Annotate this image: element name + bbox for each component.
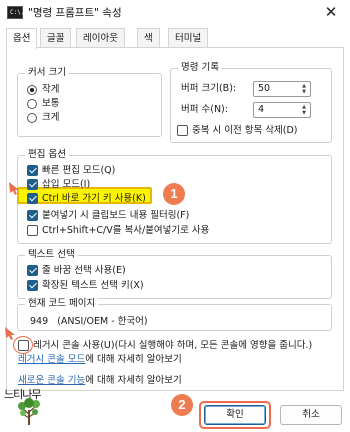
checkbox-icon[interactable] xyxy=(27,165,38,176)
paste-filter-label: 붙여넣기 시 클립보드 내용 필터링(F) xyxy=(42,210,190,221)
command-prompt-icon: C:\. xyxy=(7,6,24,19)
radio-icon[interactable] xyxy=(27,85,37,95)
new-features-link-text: 에 대해 자세히 알아보기 xyxy=(85,375,182,386)
cursor-size-group: 커서 크기 xyxy=(17,67,162,137)
legacy-console-link-line: 레거시 콘솔 모드에 대해 자세히 알아보기 xyxy=(18,353,182,366)
discard-duplicates-label: 중복 시 이전 항목 삭제(D) xyxy=(192,125,298,136)
tab-layout[interactable]: 레이아웃 xyxy=(76,28,125,48)
cursor-medium-label: 보통 xyxy=(42,98,60,109)
buffer-count-label: 버퍼 수(N): xyxy=(181,104,228,115)
quick-edit-label: 빠른 편집 모드(Q) xyxy=(42,165,116,176)
window-title: "명령 프롬프트" 속성 xyxy=(28,7,122,19)
cursor-small-label: 작게 xyxy=(42,84,60,95)
code-page-title: 현재 코드 페이지 xyxy=(25,298,99,310)
checkbox-icon[interactable] xyxy=(177,125,188,136)
spin-down-icon[interactable]: ▼ xyxy=(300,110,308,116)
tab-options[interactable]: 옵션 xyxy=(6,28,38,49)
tree-icon xyxy=(18,398,40,425)
cursor-size-title: 커서 크기 xyxy=(25,67,69,79)
pointer-arrow-icon xyxy=(7,180,23,196)
tab-strip: 옵션 글꼴 레이아웃 색 터미널 xyxy=(6,28,344,49)
pointer-arrow-icon xyxy=(3,325,19,341)
buffer-count-spinner[interactable]: 4 ▲ ▼ xyxy=(253,102,311,118)
checkbox-icon[interactable] xyxy=(27,280,38,291)
radio-icon[interactable] xyxy=(27,99,37,109)
cancel-button[interactable]: 취소 xyxy=(280,405,342,425)
annotation-badge-1: 1 xyxy=(163,183,185,205)
radio-icon[interactable] xyxy=(27,113,37,123)
legacy-console-link-text: 에 대해 자세히 알아보기 xyxy=(85,354,182,365)
title-bar: C:\. "명령 프롬프트" 속성 ✕ xyxy=(0,0,350,26)
tab-terminal[interactable]: 터미널 xyxy=(168,28,209,48)
spin-down-icon[interactable]: ▼ xyxy=(300,89,308,95)
ok-button[interactable]: 확인 xyxy=(204,405,266,425)
buffer-size-value[interactable]: 50 xyxy=(258,82,270,96)
buffer-count-value[interactable]: 4 xyxy=(258,103,264,117)
buffer-size-spinner[interactable]: 50 ▲ ▼ xyxy=(253,81,311,97)
legacy-console-label: 레거시 콘솔 사용(U)(다시 실행해야 하며, 모든 콘솔에 영향을 줍니다.… xyxy=(33,340,313,351)
insert-mode-label: 삽입 모드(I) xyxy=(42,179,91,190)
checkbox-icon[interactable] xyxy=(27,225,38,236)
close-icon[interactable]: ✕ xyxy=(321,2,341,22)
watermark-logo: 느티나무 xyxy=(4,380,50,428)
annotation-badge-2: 2 xyxy=(171,394,193,416)
cursor-large-label: 크게 xyxy=(42,112,60,123)
code-page-value: 949 (ANSI/OEM - 한국어) xyxy=(30,316,148,327)
checkbox-icon[interactable] xyxy=(27,193,38,204)
command-history-group: 명령 기록 버퍼 크기(B): 50 ▲ ▼ 버퍼 수(N): 4 ▲ ▼ 중복… xyxy=(170,62,332,143)
tab-colors[interactable]: 색 xyxy=(137,28,160,48)
ctrl-shift-copy-label: Ctrl+Shift+C/V를 복사/붙여넣기로 사용 xyxy=(42,225,210,236)
command-history-title: 명령 기록 xyxy=(178,62,222,74)
edit-options-title: 편집 옵션 xyxy=(25,149,69,161)
tab-font[interactable]: 글꼴 xyxy=(40,28,72,48)
buffer-size-label: 버퍼 크기(B): xyxy=(181,83,237,94)
text-selection-title: 텍스트 선택 xyxy=(25,249,78,261)
checkbox-icon[interactable] xyxy=(27,179,38,190)
legacy-console-link[interactable]: 레거시 콘솔 모드 xyxy=(18,354,85,365)
checkbox-icon[interactable] xyxy=(27,210,38,221)
extended-selection-label: 확장된 텍스트 선택 키(X) xyxy=(42,280,144,291)
ctrl-shortcut-label: Ctrl 바로 가기 키 사용(K) xyxy=(42,193,146,204)
line-wrap-selection-label: 줄 바꿈 선택 사용(E) xyxy=(42,265,126,276)
checkbox-icon[interactable] xyxy=(27,265,38,276)
